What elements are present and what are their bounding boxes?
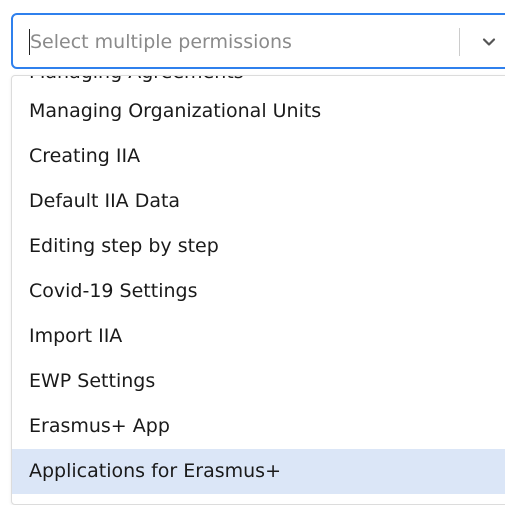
dropdown-option[interactable]: Covid-19 Settings	[12, 269, 505, 314]
permissions-dropdown-menu: Managing Agreements Managing Organizatio…	[11, 75, 505, 505]
permissions-select[interactable]: Select multiple permissions	[11, 13, 505, 69]
dropdown-option-partial[interactable]: Managing Agreements	[29, 76, 244, 84]
dropdown-option[interactable]: Import IIA	[12, 314, 505, 359]
chevron-down-icon[interactable]	[479, 32, 499, 52]
select-placeholder: Select multiple permissions	[30, 31, 292, 53]
dropdown-option[interactable]: Managing Organizational Units	[12, 89, 505, 134]
indicator-separator	[459, 28, 460, 56]
dropdown-option[interactable]: Default IIA Data	[12, 179, 505, 224]
dropdown-option[interactable]: Editing step by step	[12, 224, 505, 269]
dropdown-option-highlighted[interactable]: Applications for Erasmus+	[12, 449, 505, 494]
dropdown-option[interactable]: Erasmus+ App	[12, 404, 505, 449]
dropdown-option[interactable]: EWP Settings	[12, 359, 505, 404]
dropdown-option[interactable]: Creating IIA	[12, 134, 505, 179]
